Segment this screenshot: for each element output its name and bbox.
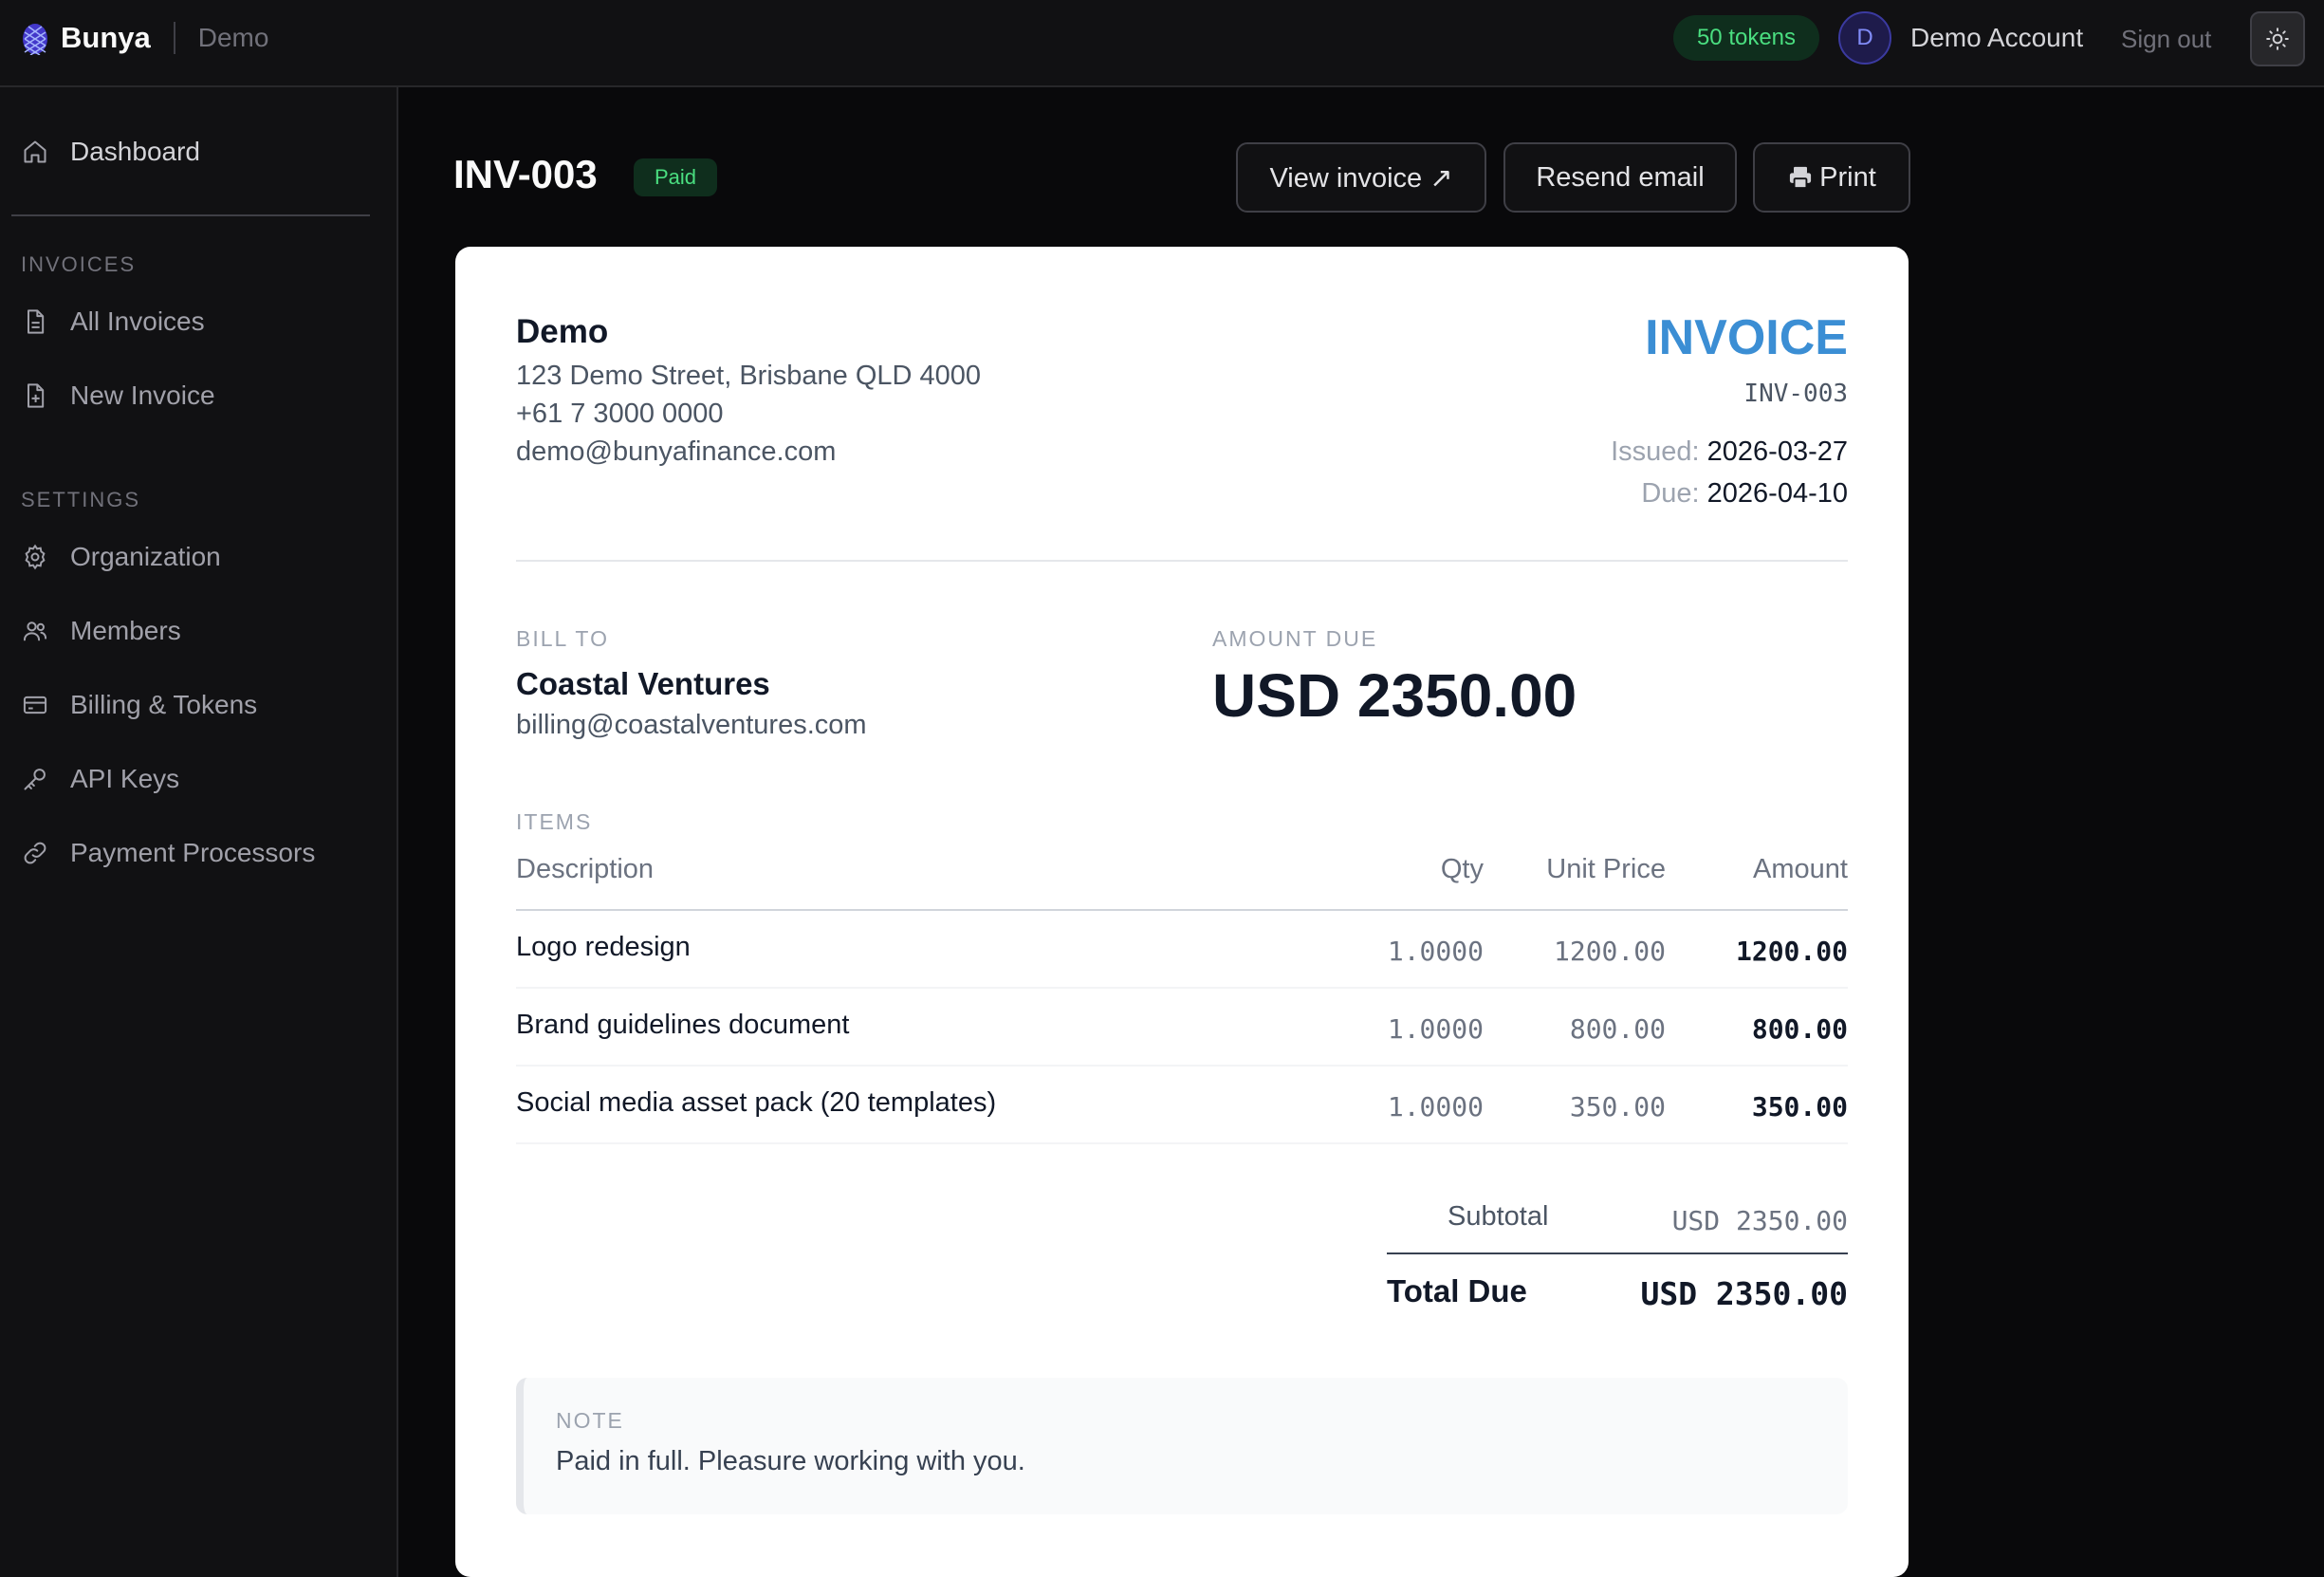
- item-unit-price: 800.00: [1569, 1013, 1666, 1045]
- sidebar-item-organization[interactable]: Organization: [11, 527, 372, 587]
- total-due-label: Total Due: [1387, 1273, 1527, 1308]
- header-divider: [516, 560, 1848, 562]
- due-value: 2026-04-10: [1706, 478, 1848, 509]
- theme-toggle-button[interactable]: [2250, 11, 2305, 66]
- issued-value: 2026-03-27: [1706, 436, 1848, 467]
- sidebar-item-label: Members: [70, 616, 181, 645]
- due-date: Due: 2026-04-10: [1641, 478, 1848, 510]
- sidebar-item-label: All Invoices: [70, 306, 205, 336]
- sidebar: Dashboard INVOICES All Invoices New Invo…: [0, 87, 398, 1577]
- sign-out-link[interactable]: Sign out: [2121, 25, 2211, 54]
- brand[interactable]: Bunya Demo: [21, 19, 268, 57]
- item-unit-price: 1200.00: [1553, 936, 1666, 967]
- sender-address: 123 Demo Street, Brisbane QLD 4000: [516, 361, 982, 391]
- item-qty: 1.0000: [1387, 1013, 1484, 1045]
- amount-due-label: AMOUNT DUE: [1212, 626, 1378, 651]
- item-amount: 350.00: [1751, 1091, 1848, 1122]
- sender-name: Demo: [516, 313, 609, 350]
- item-unit-price: 350.00: [1569, 1091, 1666, 1122]
- sidebar-divider: [11, 214, 370, 216]
- total-due-value: USD 2350.00: [1640, 1275, 1848, 1312]
- sidebar-item-dashboard[interactable]: Dashboard: [11, 121, 372, 182]
- sidebar-item-all-invoices[interactable]: All Invoices: [11, 291, 372, 352]
- sidebar-item-billing-tokens[interactable]: Billing & Tokens: [11, 675, 372, 735]
- bill-to-email: billing@coastalventures.com: [516, 710, 867, 740]
- sidebar-item-label: Billing & Tokens: [70, 690, 258, 719]
- subtotal-value: USD 2350.00: [1671, 1205, 1848, 1236]
- column-header-description: Description: [516, 854, 655, 884]
- key-icon: [21, 765, 49, 793]
- column-header-amount: Amount: [1753, 854, 1848, 884]
- sidebar-item-payment-processors[interactable]: Payment Processors: [11, 823, 372, 883]
- sidebar-item-new-invoice[interactable]: New Invoice: [11, 365, 372, 426]
- item-amount: 800.00: [1751, 1013, 1848, 1045]
- note-label: NOTE: [556, 1408, 624, 1433]
- table-row: Logo redesign 1.0000 1200.00 1200.00: [516, 911, 1848, 989]
- credit-card-icon: [21, 691, 49, 719]
- print-label: Print: [1819, 161, 1876, 193]
- sender-email: demo@bunyafinance.com: [516, 436, 837, 467]
- item-qty: 1.0000: [1387, 936, 1484, 967]
- sun-icon: [2266, 28, 2289, 50]
- pinecone-logo-icon: [23, 24, 47, 55]
- sidebar-item-members[interactable]: Members: [11, 601, 372, 661]
- table-row: Social media asset pack (20 templates) 1…: [516, 1067, 1848, 1144]
- note-text: Paid in full. Pleasure working with you.: [556, 1446, 1025, 1476]
- sender-phone: +61 7 3000 0000: [516, 399, 724, 429]
- brand-name: Bunya: [61, 21, 151, 54]
- brand-divider: [173, 22, 175, 54]
- file-plus-icon: [21, 381, 49, 410]
- due-label: Due:: [1641, 478, 1700, 509]
- sidebar-section-settings: SETTINGS: [21, 488, 141, 511]
- link-icon: [21, 839, 49, 867]
- sidebar-item-label: Dashboard: [70, 137, 200, 166]
- bill-to-label: BILL TO: [516, 626, 609, 651]
- resend-email-button[interactable]: Resend email: [1503, 142, 1737, 213]
- workspace-name: Demo: [197, 23, 269, 52]
- token-balance-badge: 50 tokens: [1673, 15, 1819, 61]
- print-button[interactable]: Print: [1753, 142, 1910, 213]
- invoice-heading: INVOICE: [1645, 310, 1848, 365]
- sidebar-item-api-keys[interactable]: API Keys: [11, 749, 372, 809]
- item-description: Social media asset pack (20 templates): [516, 1087, 997, 1118]
- file-icon: [21, 307, 49, 336]
- subtotal-label: Subtotal: [1448, 1201, 1549, 1232]
- column-header-unit-price: Unit Price: [1546, 854, 1666, 884]
- resend-email-label: Resend email: [1536, 161, 1705, 193]
- home-icon: [21, 138, 49, 166]
- item-description: Brand guidelines document: [516, 1010, 850, 1040]
- page-title: INV-003: [453, 152, 598, 196]
- invoice-note: NOTE Paid in full. Pleasure working with…: [516, 1378, 1848, 1514]
- users-icon: [21, 617, 49, 645]
- sidebar-item-label: Payment Processors: [70, 838, 316, 867]
- item-amount: 1200.00: [1735, 936, 1848, 967]
- amount-due-value: USD 2350.00: [1212, 661, 1577, 730]
- account-name: Demo Account: [1910, 23, 2084, 52]
- invoice-card: Demo 123 Demo Street, Brisbane QLD 4000 …: [455, 247, 1909, 1577]
- sidebar-item-label: API Keys: [70, 764, 180, 793]
- status-badge: Paid: [634, 158, 717, 196]
- bill-to-name: Coastal Ventures: [516, 666, 770, 701]
- column-header-qty: Qty: [1440, 854, 1484, 884]
- items-label: ITEMS: [516, 809, 593, 834]
- printer-icon: [1790, 166, 1812, 190]
- item-description: Logo redesign: [516, 932, 691, 962]
- sidebar-section-invoices: INVOICES: [21, 252, 137, 276]
- view-invoice-label: View invoice ↗: [1269, 162, 1453, 194]
- avatar[interactable]: D: [1838, 11, 1891, 65]
- sidebar-item-label: New Invoice: [70, 380, 215, 410]
- totals-divider: [1387, 1252, 1848, 1254]
- issued-date: Issued: 2026-03-27: [1611, 436, 1848, 468]
- table-row: Brand guidelines document 1.0000 800.00 …: [516, 989, 1848, 1067]
- item-qty: 1.0000: [1387, 1091, 1484, 1122]
- invoice-number: INV-003: [1743, 380, 1848, 408]
- sidebar-item-label: Organization: [70, 542, 221, 571]
- view-invoice-button[interactable]: View invoice ↗: [1236, 142, 1486, 213]
- top-bar: Bunya Demo 50 tokens D Demo Account Sign…: [0, 0, 2324, 87]
- issued-label: Issued:: [1611, 436, 1700, 467]
- gear-icon: [21, 543, 49, 571]
